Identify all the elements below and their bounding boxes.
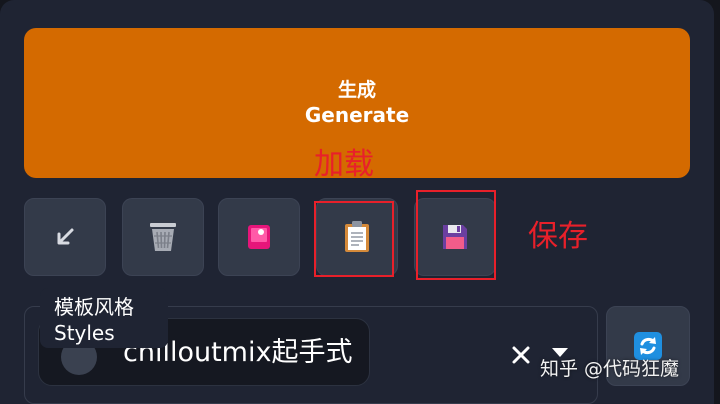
image-icon [248, 225, 270, 249]
load-highlight-box [314, 201, 394, 277]
styles-label-zh: 模板风格 [54, 295, 134, 319]
load-annotation: 加载 [314, 147, 374, 182]
save-annotation: 保存 [528, 219, 588, 254]
arrow-down-left-icon [57, 228, 74, 245]
styles-label: 模板风格 Styles [40, 288, 168, 348]
styles-label-en: Styles [54, 321, 115, 345]
generate-label-zh: 生成 [337, 79, 376, 101]
extra-networks-button[interactable] [218, 198, 300, 276]
clear-style-button[interactable] [502, 336, 540, 374]
generation-panel: 生成 Generate 加载 保存 chilloutmix起手式 模板风格 St… [0, 0, 714, 404]
generate-label-en: Generate [304, 103, 410, 127]
close-icon [512, 346, 530, 364]
watermark: 知乎 @代码狂魔 [540, 358, 680, 380]
trash-icon [150, 223, 176, 251]
clear-prompt-button[interactable] [122, 198, 204, 276]
send-to-prompt-button[interactable] [24, 198, 106, 276]
save-highlight-box [416, 190, 496, 280]
